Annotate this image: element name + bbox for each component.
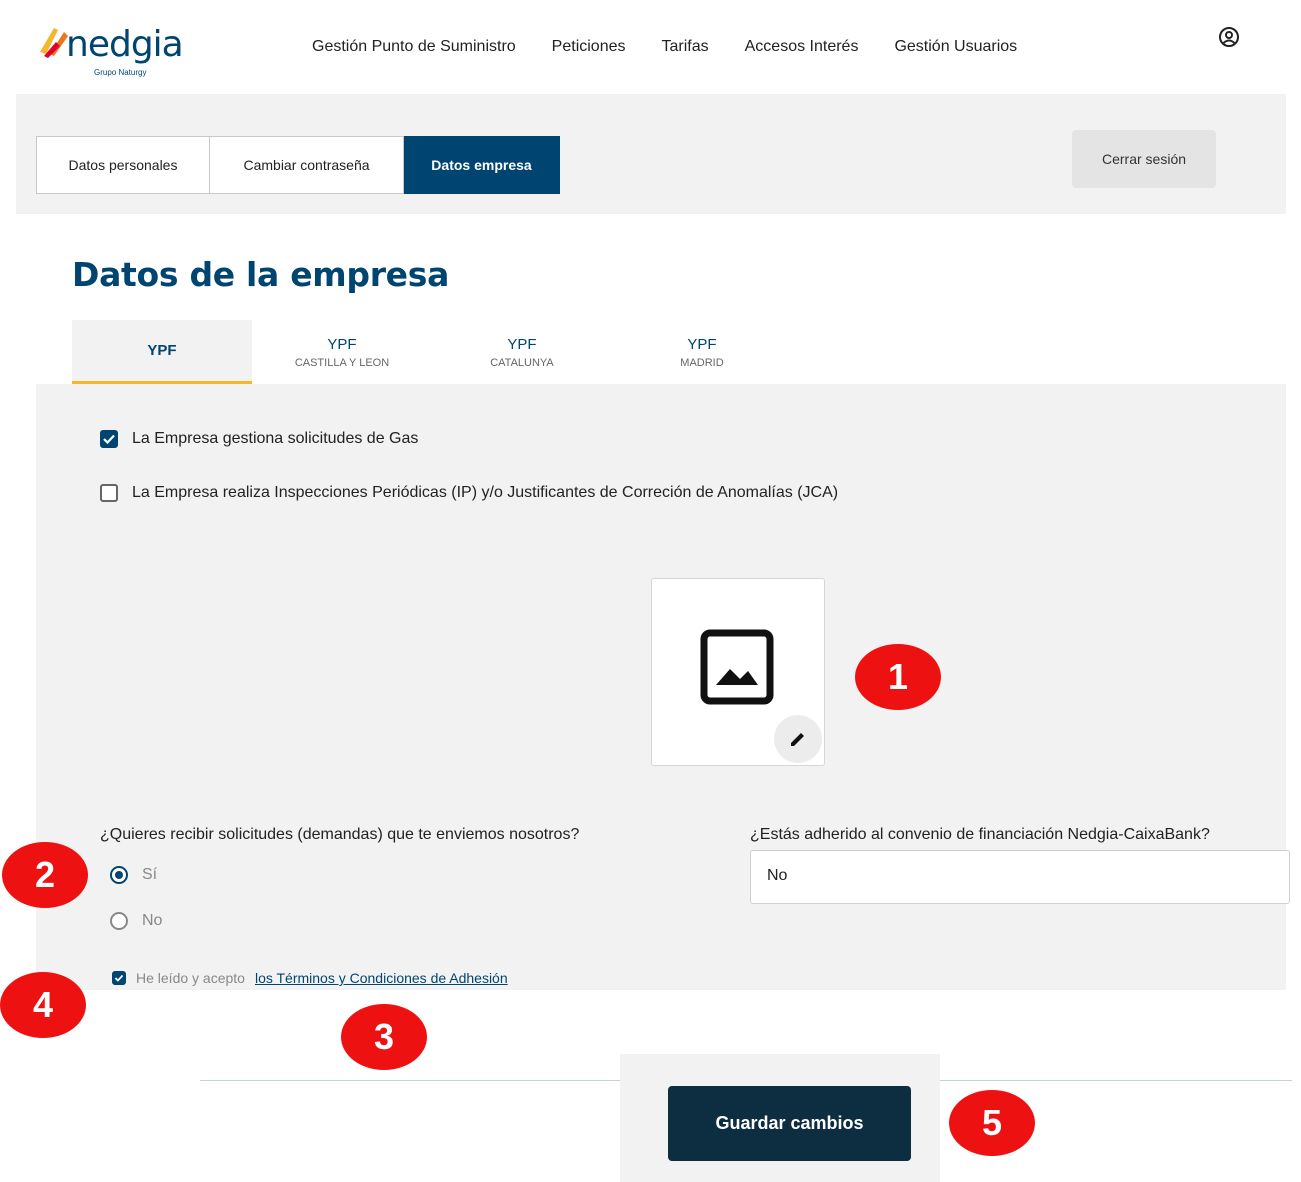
terms-checkbox[interactable] bbox=[112, 971, 126, 985]
company-tab-region: CASTILLA Y LEON bbox=[294, 356, 390, 369]
nav-item-accesos-interes[interactable]: Accesos Interés bbox=[745, 38, 859, 56]
user-circle-icon[interactable] bbox=[1218, 26, 1240, 48]
marker-3: 3 bbox=[341, 1004, 427, 1070]
company-tab-name: YPF bbox=[327, 335, 357, 353]
financing-question-label: ¿Estás adherido al convenio de financiac… bbox=[750, 826, 1210, 843]
brand-name: nedgia bbox=[66, 24, 184, 65]
marker-5: 5 bbox=[949, 1090, 1035, 1156]
pencil-icon bbox=[791, 733, 804, 746]
checkmark-icon bbox=[103, 434, 115, 445]
demands-option-si[interactable]: Sí bbox=[110, 866, 157, 884]
financing-select[interactable]: No bbox=[750, 850, 1290, 904]
company-tab-region: CATALUNYA bbox=[490, 356, 554, 369]
radio-si-label: Sí bbox=[142, 866, 158, 883]
terms-prefix: He leído y acepto bbox=[136, 970, 245, 986]
inspections-label: La Empresa realiza Inspecciones Periódic… bbox=[132, 484, 839, 501]
inspections-option: La Empresa realiza Inspecciones Periódic… bbox=[100, 484, 838, 502]
radio-no[interactable] bbox=[110, 912, 128, 930]
inspections-checkbox[interactable] bbox=[100, 484, 118, 502]
gas-requests-label: La Empresa gestiona solicitudes de Gas bbox=[132, 430, 419, 447]
demands-option-no[interactable]: No bbox=[110, 912, 162, 930]
main-nav: Gestión Punto de Suministro Peticiones T… bbox=[312, 38, 1017, 56]
company-tab-name: YPF bbox=[507, 335, 537, 353]
edit-logo-button[interactable] bbox=[774, 715, 822, 763]
gas-requests-option: La Empresa gestiona solicitudes de Gas bbox=[100, 430, 418, 448]
radio-si[interactable] bbox=[110, 866, 128, 884]
nav-item-gestion-punto-suministro[interactable]: Gestión Punto de Suministro bbox=[312, 38, 516, 56]
company-tab-region: MADRID bbox=[680, 356, 724, 369]
marker-1: 1 bbox=[855, 644, 941, 710]
company-tab-name: YPF bbox=[147, 342, 177, 359]
company-tab-ypf-catalunya[interactable]: YPF CATALUNYA bbox=[432, 320, 612, 384]
financing-select-value: No bbox=[767, 867, 788, 884]
gas-requests-checkbox[interactable] bbox=[100, 430, 118, 448]
company-tab-ypf-castilla-leon[interactable]: YPF CASTILLA Y LEON bbox=[252, 320, 432, 384]
nedgia-logo[interactable]: nedgia Grupo Naturgy bbox=[36, 16, 186, 77]
marker-4: 4 bbox=[0, 972, 86, 1038]
terms-acceptance: He leído y acepto los Términos y Condici… bbox=[112, 970, 508, 986]
brand-tagline: Grupo Naturgy bbox=[94, 68, 147, 77]
company-logo-upload[interactable] bbox=[651, 578, 825, 766]
nav-item-gestion-usuarios[interactable]: Gestión Usuarios bbox=[894, 38, 1017, 56]
tab-datos-empresa[interactable]: Datos empresa bbox=[404, 136, 560, 194]
marker-2: 2 bbox=[2, 842, 88, 908]
image-placeholder-icon bbox=[700, 629, 774, 705]
company-tab-name: YPF bbox=[687, 335, 717, 353]
save-changes-button[interactable]: Guardar cambios bbox=[668, 1086, 911, 1161]
nav-item-tarifas[interactable]: Tarifas bbox=[662, 38, 709, 56]
terms-link[interactable]: los Términos y Condiciones de Adhesión bbox=[255, 970, 508, 986]
company-tab-ypf[interactable]: YPF bbox=[72, 320, 252, 384]
top-header: nedgia Grupo Naturgy Gestión Punto de Su… bbox=[16, 10, 1272, 94]
logout-button[interactable]: Cerrar sesión bbox=[1072, 130, 1216, 188]
company-tabs: YPF YPF CASTILLA Y LEON YPF CATALUNYA YP… bbox=[72, 320, 792, 384]
checkmark-icon bbox=[114, 974, 124, 982]
tab-cambiar-contrasena[interactable]: Cambiar contraseña bbox=[210, 136, 404, 194]
tab-datos-personales[interactable]: Datos personales bbox=[36, 136, 210, 194]
page-title: Datos de la empresa bbox=[72, 255, 450, 294]
demands-question-label: ¿Quieres recibir solicitudes (demandas) … bbox=[100, 826, 580, 843]
radio-no-label: No bbox=[142, 912, 163, 929]
nav-item-peticiones[interactable]: Peticiones bbox=[552, 38, 626, 56]
company-tab-ypf-madrid[interactable]: YPF MADRID bbox=[612, 320, 792, 384]
account-tabs: Datos personales Cambiar contraseña Dato… bbox=[36, 136, 560, 194]
